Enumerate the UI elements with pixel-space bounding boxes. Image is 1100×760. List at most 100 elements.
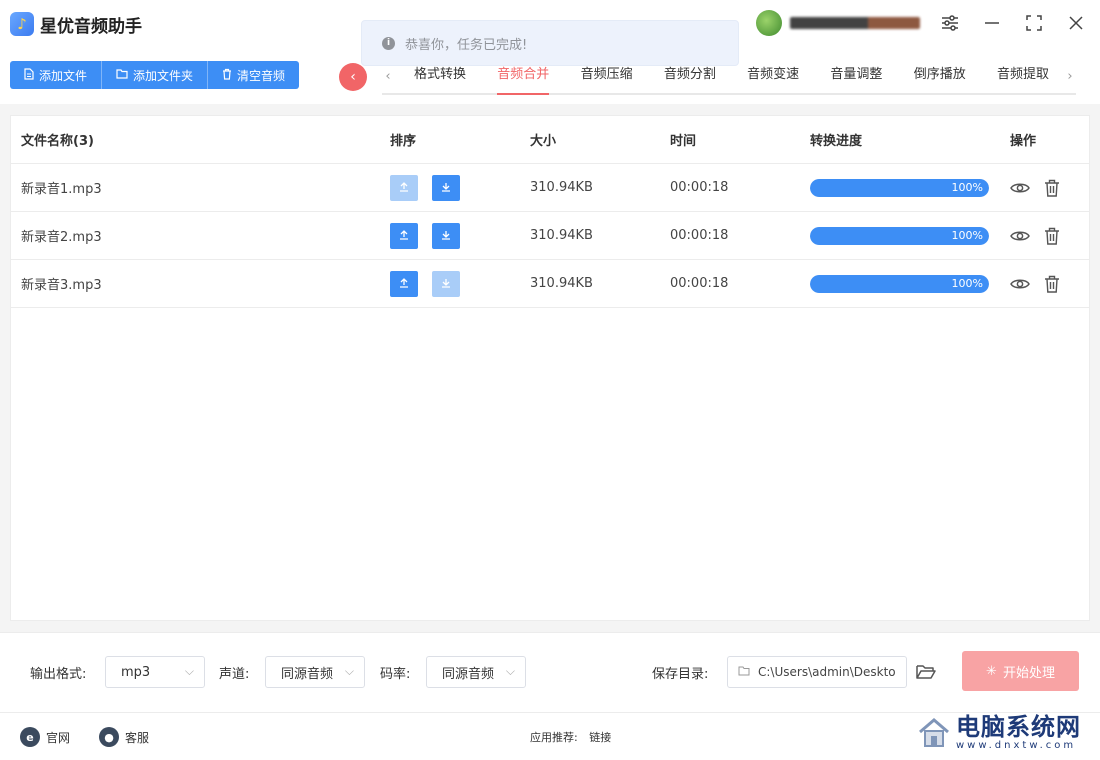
tabs-scroll-left-icon[interactable]: ‹ xyxy=(382,69,394,84)
start-processing-button[interactable]: ✳ 开始处理 xyxy=(962,651,1079,691)
avatar[interactable] xyxy=(756,10,782,36)
close-icon[interactable] xyxy=(1066,10,1086,36)
row-actions xyxy=(1010,274,1089,294)
header-size: 大小 xyxy=(530,134,557,149)
delete-trash-icon[interactable] xyxy=(1042,226,1062,246)
file-duration: 00:00:18 xyxy=(670,276,729,291)
chevron-down-icon: ⌵ xyxy=(344,664,354,678)
delete-trash-icon[interactable] xyxy=(1042,178,1062,198)
table-body: 新录音1.mp3 310.94KB 00:00:18 100% 新录音2.mp3 xyxy=(11,164,1089,308)
arrow-up-icon xyxy=(399,181,409,195)
file-size: 310.94KB xyxy=(530,228,593,243)
recommend-label: 应用推荐: xyxy=(530,731,578,744)
maximize-icon[interactable] xyxy=(1024,10,1044,36)
add-folder-label: 添加文件夹 xyxy=(133,68,194,83)
format-select[interactable]: mp3 ⌵ xyxy=(105,656,205,688)
move-down-button[interactable] xyxy=(432,222,460,249)
save-path-field[interactable]: C:\Users\admin\Deskto xyxy=(727,656,907,688)
settings-sliders-icon[interactable] xyxy=(940,10,960,36)
user-name-blurred xyxy=(790,17,920,29)
preview-eye-icon[interactable] xyxy=(1010,178,1030,198)
customer-service-link[interactable]: ● 客服 xyxy=(99,727,149,747)
support-label: 客服 xyxy=(125,730,150,745)
row-actions xyxy=(1010,226,1089,246)
open-folder-icon[interactable] xyxy=(915,661,937,683)
minimize-icon[interactable] xyxy=(982,10,1002,36)
browser-e-icon: e xyxy=(20,727,40,747)
channel-select[interactable]: 同源音频 ⌵ xyxy=(265,656,365,688)
main-area: 文件名称(3) 排序 大小 时间 转换进度 操作 新录音1.mp3 310.94… xyxy=(0,104,1100,632)
progress-bar: 100% xyxy=(810,178,989,197)
file-name: 新录音2.mp3 xyxy=(21,230,102,245)
tab-4[interactable]: 音频变速 xyxy=(747,60,799,93)
arrow-down-icon xyxy=(441,181,451,195)
file-duration: 00:00:18 xyxy=(670,228,729,243)
header-name: 文件名称(3) xyxy=(21,134,94,149)
file-size: 310.94KB xyxy=(530,180,593,195)
save-path-value: C:\Users\admin\Deskto xyxy=(758,665,896,679)
arrow-up-icon xyxy=(399,277,409,291)
progress-text: 100% xyxy=(951,276,983,290)
file-table: 文件名称(3) 排序 大小 时间 转换进度 操作 新录音1.mp3 310.94… xyxy=(10,115,1090,621)
progress-cell: 100% xyxy=(810,274,1010,293)
user-account[interactable] xyxy=(756,10,920,36)
file-duration: 00:00:18 xyxy=(670,180,729,195)
order-controls xyxy=(390,270,530,297)
move-up-button[interactable] xyxy=(390,270,418,297)
table-row: 新录音1.mp3 310.94KB 00:00:18 100% xyxy=(11,164,1089,212)
music-note-icon: ♪ xyxy=(10,12,34,36)
header-time: 时间 xyxy=(670,134,697,149)
move-up-button[interactable] xyxy=(390,174,418,201)
progress-cell: 100% xyxy=(810,178,1010,197)
progress-text: 100% xyxy=(951,180,983,194)
tab-7[interactable]: 音频提取 xyxy=(997,60,1049,93)
tab-5[interactable]: 音量调整 xyxy=(830,60,882,93)
success-toast: i 恭喜你，任务已完成! xyxy=(361,20,739,66)
clear-audio-button[interactable]: 清空音频 xyxy=(208,61,299,89)
header-progress: 转换进度 xyxy=(810,134,863,149)
folder-icon xyxy=(738,665,750,679)
channel-value: 同源音频 xyxy=(281,666,334,682)
order-controls xyxy=(390,174,530,201)
arrow-up-icon xyxy=(399,229,409,243)
watermark-name: 电脑系统网 xyxy=(956,712,1081,741)
chevron-down-icon: ⌵ xyxy=(505,664,515,678)
recommend-link[interactable]: 链接 xyxy=(589,731,611,744)
table-header: 文件名称(3) 排序 大小 时间 转换进度 操作 xyxy=(11,116,1089,164)
toolbar: 添加文件 添加文件夹 清空音频 xyxy=(10,61,300,89)
progress-text: 100% xyxy=(951,228,983,242)
delete-trash-icon[interactable] xyxy=(1042,274,1062,294)
table-row: 新录音3.mp3 310.94KB 00:00:18 100% xyxy=(11,260,1089,308)
header-ops: 操作 xyxy=(1010,134,1037,149)
save-dir-label: 保存目录: xyxy=(652,667,709,682)
tab-6[interactable]: 倒序播放 xyxy=(914,60,966,93)
file-icon xyxy=(24,67,34,83)
row-actions xyxy=(1010,178,1089,198)
add-folder-button[interactable]: 添加文件夹 xyxy=(102,61,209,89)
add-file-label: 添加文件 xyxy=(39,68,88,83)
watermark-url: www.dnxtw.com xyxy=(956,740,1077,751)
tabs-scroll-right-icon[interactable]: › xyxy=(1064,69,1076,84)
preview-eye-icon[interactable] xyxy=(1010,274,1030,294)
toast-message: 恭喜你，任务已完成! xyxy=(405,37,528,53)
move-down-button[interactable] xyxy=(432,270,460,297)
move-down-button[interactable] xyxy=(432,174,460,201)
bitrate-select[interactable]: 同源音频 ⌵ xyxy=(426,656,526,688)
clear-audio-label: 清空音频 xyxy=(237,68,286,83)
move-up-button[interactable] xyxy=(390,222,418,249)
arrow-down-icon xyxy=(441,229,451,243)
spinner-icon: ✳ xyxy=(986,663,997,679)
back-button[interactable]: ‹ xyxy=(339,63,367,91)
footer: e 官网 ● 客服 应用推荐: 链接 电脑系统网 www.dnxtw.com xyxy=(0,712,1100,760)
channel-label: 声道: xyxy=(219,667,250,682)
preview-eye-icon[interactable] xyxy=(1010,226,1030,246)
official-site-link[interactable]: e 官网 xyxy=(20,727,70,747)
output-settings: 输出格式: mp3 ⌵ 声道: 同源音频 ⌵ 码率: 同源音频 ⌵ 保存目录: … xyxy=(0,632,1100,710)
add-file-button[interactable]: 添加文件 xyxy=(10,61,103,89)
table-row: 新录音2.mp3 310.94KB 00:00:18 100% xyxy=(11,212,1089,260)
trash-icon xyxy=(222,68,232,83)
file-name: 新录音1.mp3 xyxy=(21,182,102,197)
file-size: 310.94KB xyxy=(530,276,593,291)
bitrate-value: 同源音频 xyxy=(442,666,495,682)
house-icon xyxy=(919,718,949,747)
